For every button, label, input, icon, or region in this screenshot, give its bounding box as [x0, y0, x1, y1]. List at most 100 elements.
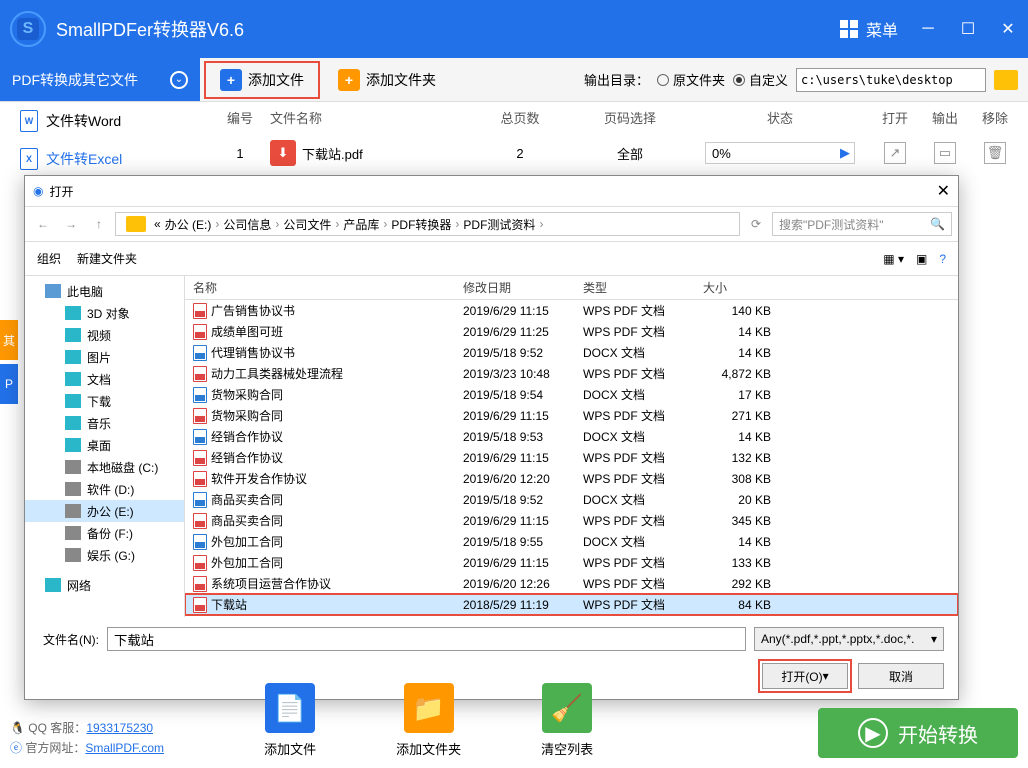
window-controls: ─ ☐ ✕ [918, 19, 1018, 39]
start-convert-button[interactable]: ▶ 开始转换 [818, 708, 1018, 758]
back-button[interactable]: ← [31, 212, 55, 236]
tree-item[interactable]: 办公 (E:) [25, 500, 184, 522]
add-file-button[interactable]: + 添加文件 [204, 61, 320, 99]
tree-item[interactable]: 下载 [25, 390, 184, 412]
excel-icon: X [20, 148, 38, 170]
col-name[interactable]: 名称 [193, 279, 463, 296]
folder-tree: 此电脑 3D 对象视频图片文档下载音乐桌面本地磁盘 (C:)软件 (D:)办公 … [25, 276, 185, 617]
output-button[interactable]: ▭ [934, 142, 956, 164]
menu-label: 菜单 [866, 17, 898, 41]
tree-item[interactable]: 软件 (D:) [25, 478, 184, 500]
edge-tab-2[interactable]: P [0, 364, 18, 404]
minimize-button[interactable]: ─ [918, 19, 938, 39]
edge-tabs: 其 P [0, 320, 18, 408]
tree-item[interactable]: 备份 (F:) [25, 522, 184, 544]
site-link[interactable]: SmallPDF.com [85, 741, 164, 755]
sidebar-item-excel[interactable]: X 文件转Excel [10, 140, 200, 178]
close-button[interactable]: ✕ [998, 19, 1018, 39]
big-add-folder-button[interactable]: 📁 添加文件夹 [396, 683, 461, 758]
list-item[interactable]: 成绩单图可班2019/6/29 11:25WPS PDF 文档14 KB [185, 321, 958, 342]
ie-icon: ⓔ [10, 741, 22, 755]
tree-item[interactable]: 本地磁盘 (C:) [25, 456, 184, 478]
add-file-label: 添加文件 [248, 70, 304, 90]
filename-label: 文件名(N): [39, 631, 99, 648]
tree-item[interactable]: 图片 [25, 346, 184, 368]
output-path-input[interactable] [796, 68, 986, 92]
filename-input[interactable] [107, 627, 746, 651]
sidebar-item-word[interactable]: W 文件转Word [10, 102, 200, 140]
list-item[interactable]: 货物采购合同2019/6/29 11:15WPS PDF 文档271 KB [185, 405, 958, 426]
col-date[interactable]: 修改日期 [463, 279, 583, 296]
list-item[interactable]: 外包加工合同2019/6/29 11:15WPS PDF 文档133 KB [185, 552, 958, 573]
list-item[interactable]: 广告销售协议书2019/6/29 11:15WPS PDF 文档140 KB [185, 300, 958, 321]
col-status: 状态 [690, 108, 870, 127]
col-type[interactable]: 类型 [583, 279, 703, 296]
forward-button[interactable]: → [59, 212, 83, 236]
tree-item[interactable]: 桌面 [25, 434, 184, 456]
edge-tab-1[interactable]: 其 [0, 320, 18, 360]
dialog-titlebar: ◉ 打开 ✕ [25, 176, 958, 206]
col-remove: 移除 [970, 108, 1020, 127]
list-item[interactable]: 经销合作协议2019/6/29 11:15WPS PDF 文档132 KB [185, 447, 958, 468]
list-item[interactable]: 商品买卖合同2019/5/18 9:52DOCX 文档20 KB [185, 489, 958, 510]
up-button[interactable]: ↑ [87, 212, 111, 236]
maximize-button[interactable]: ☐ [958, 19, 978, 39]
play-icon: ▶ [858, 718, 888, 748]
dialog-title: 打开 [49, 183, 73, 200]
list-item[interactable]: 商品买卖合同2019/6/29 11:15WPS PDF 文档345 KB [185, 510, 958, 531]
radio-original[interactable]: 原文件夹 [657, 70, 725, 89]
tree-this-pc[interactable]: 此电脑 [25, 280, 184, 302]
list-header: 名称 修改日期 类型 大小 [185, 276, 958, 300]
tree-item[interactable]: 3D 对象 [25, 302, 184, 324]
search-input[interactable]: 搜索"PDF测试资料" 🔍 [772, 212, 952, 236]
browse-folder-button[interactable] [994, 70, 1018, 90]
add-folder-button[interactable]: + 添加文件夹 [324, 58, 450, 101]
open-button[interactable]: ↗ [884, 142, 906, 164]
play-icon: ▶ [840, 145, 850, 161]
col-size[interactable]: 大小 [703, 279, 783, 296]
new-folder-button[interactable]: 新建文件夹 [77, 250, 137, 267]
col-pages: 总页数 [470, 108, 570, 127]
tree-item[interactable]: 娱乐 (G:) [25, 544, 184, 566]
radio-custom[interactable]: 自定义 [733, 70, 788, 89]
preview-icon[interactable]: ▣ [916, 252, 927, 266]
list-item[interactable]: 动力工具类器械处理流程2019/3/23 10:48WPS PDF 文档4,87… [185, 363, 958, 384]
list-item[interactable]: 货物采购合同2019/5/18 9:54DOCX 文档17 KB [185, 384, 958, 405]
breadcrumb[interactable]: « 办公 (E:)› 公司信息› 公司文件› 产品库› PDF转换器› PDF测… [115, 212, 740, 236]
list-item[interactable]: 系统项目运营合作协议2019/6/20 12:26WPS PDF 文档292 K… [185, 573, 958, 594]
table-header: 编号 文件名称 总页数 页码选择 状态 打开 输出 移除 [210, 102, 1018, 132]
list-item[interactable]: 软件开发合作协议2019/6/20 12:20WPS PDF 文档308 KB [185, 468, 958, 489]
list-item[interactable]: 外包加工合同2019/5/18 9:55DOCX 文档14 KB [185, 531, 958, 552]
qq-link[interactable]: 1933175230 [86, 721, 153, 735]
tree-item[interactable]: 音乐 [25, 412, 184, 434]
bottom-bar: 🐧 QQ 客服：1933175230 ⓔ 官方网址：SmallPDF.com 📄… [10, 683, 1018, 758]
tree-item[interactable]: 文档 [25, 368, 184, 390]
search-icon: 🔍 [930, 217, 945, 231]
menu-button[interactable]: 菜单 [840, 17, 898, 41]
app-logo: S [10, 11, 46, 47]
view-icon[interactable]: ▦ ▾ [883, 252, 904, 266]
category-tab[interactable]: PDF转换成其它文件 ⌄ [0, 58, 200, 101]
organize-button[interactable]: 组织 [37, 250, 61, 267]
pdf-icon: ⬇ [270, 140, 296, 166]
remove-button[interactable]: 🗑 [984, 142, 1006, 164]
tree-item[interactable]: 视频 [25, 324, 184, 346]
help-icon[interactable]: ? [939, 252, 946, 266]
sidebar-item-label: 文件转Excel [46, 149, 122, 169]
big-clear-button[interactable]: 🧹 清空列表 [541, 683, 593, 758]
refresh-button[interactable]: ⟳ [744, 212, 768, 236]
list-item[interactable]: 下载站2018/5/29 11:19WPS PDF 文档84 KB [185, 594, 958, 615]
col-output: 输出 [920, 108, 970, 127]
list-item[interactable]: 代理销售协议书2019/5/18 9:52DOCX 文档14 KB [185, 342, 958, 363]
col-range: 页码选择 [570, 108, 690, 127]
col-open: 打开 [870, 108, 920, 127]
progress-bar[interactable]: 0% ▶ [705, 142, 855, 164]
dialog-close-button[interactable]: ✕ [937, 181, 950, 201]
word-icon: W [20, 110, 38, 132]
tree-network[interactable]: 网络 [25, 574, 184, 596]
folder-plus-icon: 📁 [404, 683, 454, 733]
list-item[interactable]: 经销合作协议2019/5/18 9:53DOCX 文档14 KB [185, 426, 958, 447]
filter-select[interactable]: Any(*.pdf,*.ppt,*.pptx,*.doc,*. ▾ [754, 627, 944, 651]
big-add-file-button[interactable]: 📄 添加文件 [264, 683, 316, 758]
cell-range[interactable]: 全部 [570, 144, 690, 163]
